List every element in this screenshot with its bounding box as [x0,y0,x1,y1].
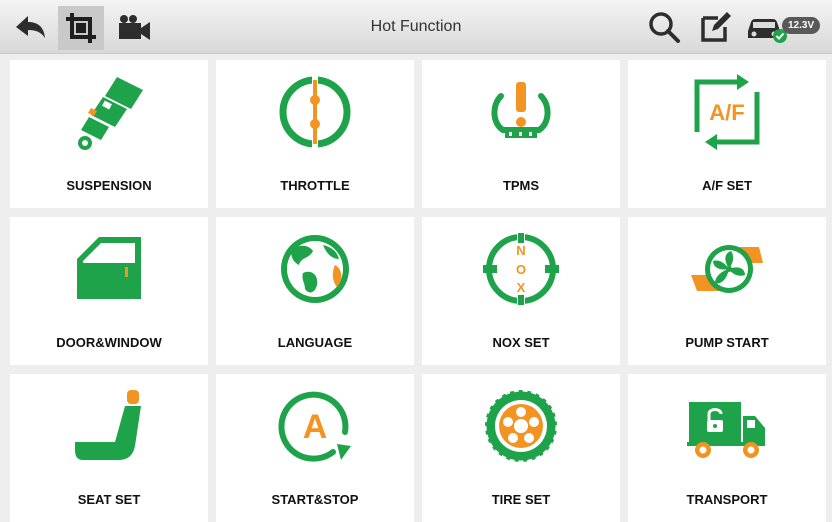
video-record-icon [119,15,150,40]
back-icon [16,16,45,38]
video-record-button[interactable] [116,9,152,45]
suspension-icon-wrap [69,72,149,152]
seat-set-icon-wrap [69,386,149,466]
tile-label: PUMP START [685,335,769,350]
seat-set-icon [75,390,141,460]
tile-door-window[interactable]: DOOR&WINDOW [10,217,208,365]
start-stop-icon-wrap: A [275,386,355,466]
nox-set-icon: N O X [483,231,559,307]
tile-tire-set[interactable]: TIRE SET [422,374,620,522]
tile-label: A/F SET [702,178,752,193]
af-set-icon-wrap: A/F [687,72,767,152]
tile-nox-set[interactable]: N O X NOX SET [422,217,620,365]
top-toolbar: Hot Function 12.3V [0,0,832,54]
tile-language[interactable]: LANGUAGE [216,217,414,365]
edit-button[interactable] [698,9,734,45]
tile-af-set[interactable]: A/F A/F SET [628,60,826,208]
tile-label: THROTTLE [280,178,350,193]
tpms-icon [491,82,551,138]
tile-tpms[interactable]: TPMS [422,60,620,208]
tile-label: TPMS [502,178,540,193]
tile-pump-start[interactable]: PUMP START [628,217,826,365]
language-icon [281,235,349,303]
search-icon [649,12,680,43]
tile-suspension[interactable]: SUSPENSION [10,60,208,208]
transport-icon [687,402,765,458]
nox-letter-x: X [517,280,526,295]
language-icon-wrap [275,229,355,309]
throttle-icon [279,76,351,148]
tile-start-stop[interactable]: A START&STOP [216,374,414,522]
start-stop-icon: A [278,391,351,462]
back-button[interactable] [12,9,48,45]
tile-label: SUSPENSION [66,178,152,193]
tile-label: LANGUAGE [277,335,353,350]
function-grid: SUSPENSION THROTTLE TPMS A/F A/F SET DOO… [8,60,826,522]
tile-throttle[interactable]: THROTTLE [216,60,414,208]
voltage-value: 12.3V [782,17,821,34]
tile-label: TIRE SET [491,492,551,507]
suspension-icon [78,77,143,150]
tile-seat-set[interactable]: SEAT SET [10,374,208,522]
tile-label: NOX SET [492,335,550,350]
start-letter: A [303,408,328,446]
screenshot-button[interactable] [58,6,104,50]
door-window-icon-wrap [69,229,149,309]
throttle-icon-wrap [275,72,355,152]
transport-icon-wrap [687,386,767,466]
tile-transport[interactable]: TRANSPORT [628,374,826,522]
nox-set-icon-wrap: N O X [481,229,561,309]
tile-label: START&STOP [271,492,359,507]
af-set-icon: A/F [694,74,760,150]
nox-letter-o: O [516,262,526,277]
search-button[interactable] [646,9,682,45]
tire-set-icon-wrap [481,386,561,466]
screenshot-icon [66,13,96,43]
tile-label: DOOR&WINDOW [56,335,162,350]
tile-label: SEAT SET [77,492,141,507]
tire-set-icon [483,388,559,464]
pump-start-icon-wrap [687,229,767,309]
door-window-icon [77,237,141,299]
nox-letter-n: N [516,243,525,258]
edit-icon [701,12,731,42]
af-text: A/F [709,100,744,125]
tile-label: TRANSPORT [686,492,768,507]
tpms-icon-wrap [481,72,561,152]
pump-start-icon [691,245,763,293]
battery-voltage: 12.3V [782,10,830,44]
